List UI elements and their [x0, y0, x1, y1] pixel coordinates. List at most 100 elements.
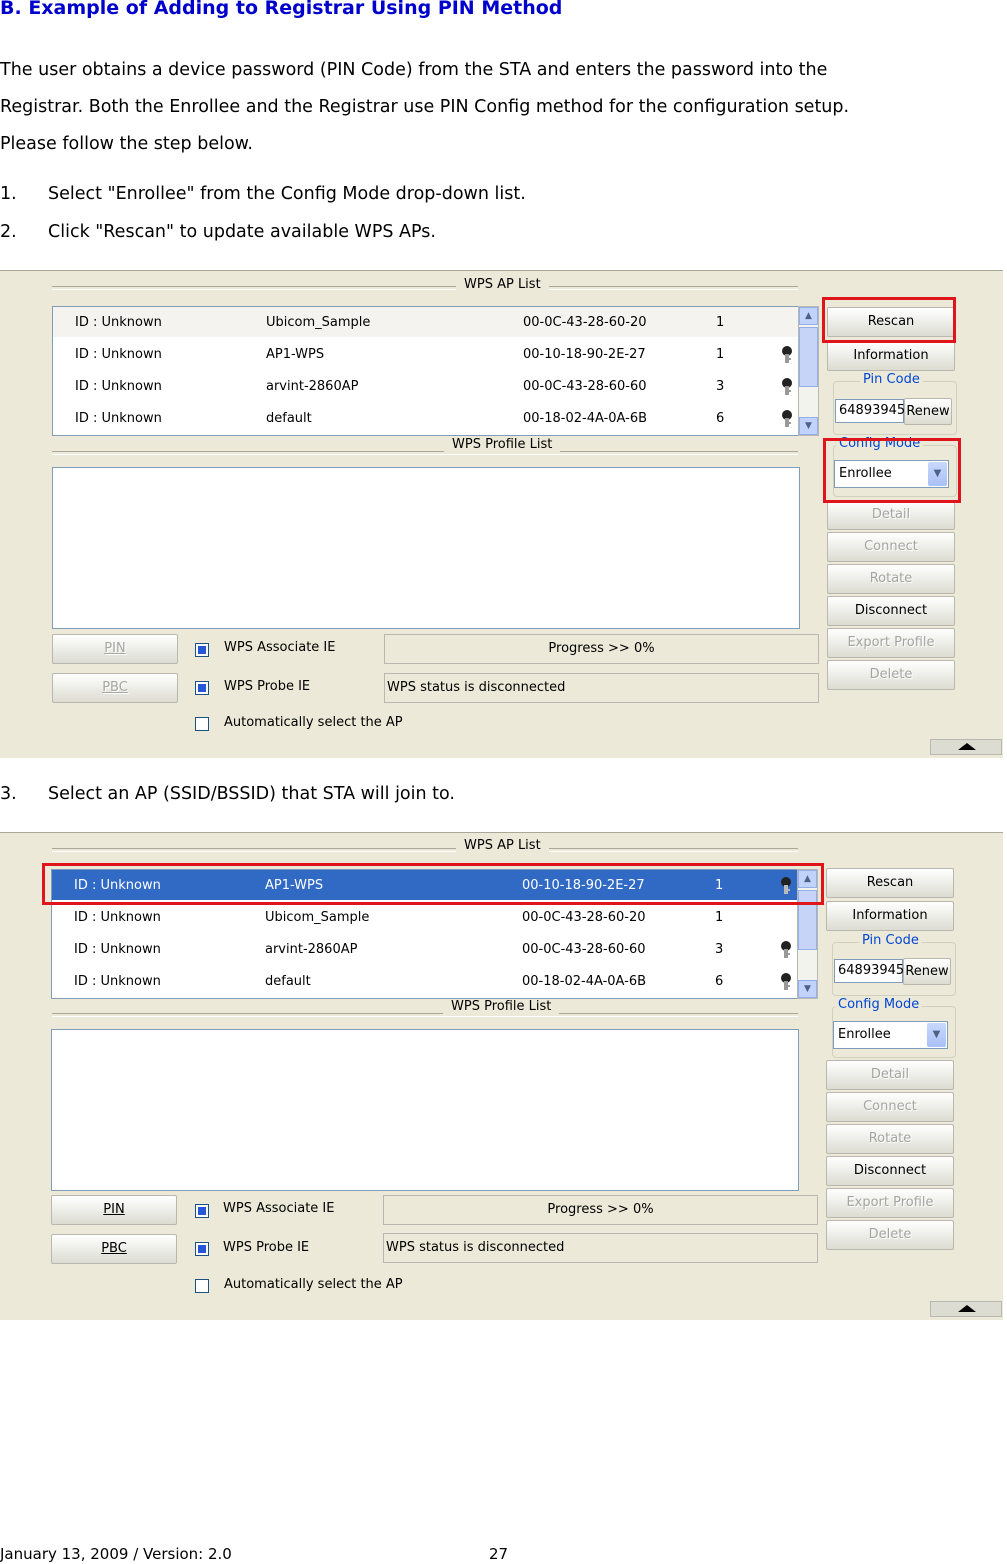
wps-probe-ie-checkbox[interactable]	[195, 681, 209, 695]
ap-channel: 3	[715, 942, 724, 957]
ap-id: ID : Unknown	[75, 315, 162, 330]
lock-icon	[782, 410, 792, 427]
wps-profile-list[interactable]	[51, 1029, 799, 1191]
ap-list-divider	[52, 286, 798, 290]
profile-list-divider	[52, 451, 798, 455]
ap-list-scrollbar[interactable]: ▲ ▼	[798, 306, 819, 436]
disconnect-button[interactable]: Disconnect	[826, 1156, 954, 1186]
rotate-button[interactable]: Rotate	[826, 1124, 954, 1154]
delete-button[interactable]: Delete	[827, 660, 955, 690]
progress-field: Progress >> 0%	[383, 1195, 818, 1225]
intro-paragraph: The user obtains a device password (PIN …	[0, 52, 1007, 163]
ap-row[interactable]: ID : Unknown default 00-18-02-4A-0A-6B 6	[52, 966, 797, 996]
pbc-button[interactable]: PBC	[52, 673, 178, 703]
wps-associate-ie-checkbox[interactable]	[195, 1204, 209, 1218]
lock-icon	[782, 378, 792, 395]
pin-button[interactable]: PIN	[52, 634, 178, 664]
chevron-down-icon[interactable]: ▼	[927, 1023, 946, 1047]
collapse-arrow-icon[interactable]	[930, 1301, 1002, 1317]
wps-profile-list[interactable]	[52, 467, 800, 629]
step-text: Click "Rescan" to update available WPS A…	[48, 222, 436, 242]
export-profile-button[interactable]: Export Profile	[827, 628, 955, 658]
ap-list-divider	[52, 848, 798, 852]
renew-button[interactable]: Renew	[903, 958, 951, 985]
step-2: 2. Click "Rescan" to update available WPS…	[0, 222, 436, 242]
connect-button[interactable]: Connect	[826, 1092, 954, 1122]
ap-channel: 1	[716, 347, 725, 362]
wps-probe-ie-checkbox[interactable]	[195, 1242, 209, 1256]
wps-panel-2: WPS AP List ID : Unknown AP1-WPS 00-10-1…	[0, 832, 1003, 1320]
ap-row[interactable]: ID : Unknown arvint-2860AP 00-0C-43-28-6…	[52, 934, 797, 964]
progress-field: Progress >> 0%	[384, 634, 819, 664]
wps-associate-ie-label: WPS Associate IE	[223, 1201, 335, 1216]
ap-channel: 6	[716, 411, 725, 426]
information-button[interactable]: Information	[827, 341, 955, 371]
ap-ssid: Ubicom_Sample	[265, 910, 370, 925]
scroll-thumb[interactable]	[799, 327, 818, 387]
ap-row[interactable]: ID : Unknown AP1-WPS 00-10-18-90-2E-27 1	[53, 339, 798, 369]
ap-id: ID : Unknown	[74, 974, 161, 989]
ap-ssid: AP1-WPS	[266, 347, 325, 362]
ap-row[interactable]: ID : Unknown Ubicom_Sample 00-0C-43-28-6…	[53, 307, 798, 337]
collapse-arrow-icon[interactable]	[930, 739, 1002, 755]
wps-associate-ie-checkbox[interactable]	[195, 643, 209, 657]
wps-probe-ie-label: WPS Probe IE	[224, 679, 311, 694]
rescan-button[interactable]: Rescan	[826, 868, 954, 898]
wps-associate-ie-label: WPS Associate IE	[224, 640, 336, 655]
config-mode-select[interactable]: Enrollee ▼	[833, 1021, 948, 1049]
ap-bssid: 00-0C-43-28-60-20	[523, 315, 647, 330]
detail-button[interactable]: Detail	[826, 1060, 954, 1090]
ap-id: ID : Unknown	[75, 411, 162, 426]
connect-button[interactable]: Connect	[827, 532, 955, 562]
ap-ssid: Ubicom_Sample	[266, 315, 371, 330]
lock-icon	[781, 973, 791, 990]
pin-code-label: Pin Code	[860, 372, 923, 387]
disconnect-button[interactable]: Disconnect	[827, 596, 955, 626]
detail-button[interactable]: Detail	[827, 500, 955, 530]
scroll-down-icon[interactable]: ▼	[799, 417, 818, 435]
step-number: 2.	[0, 222, 17, 242]
ap-id: ID : Unknown	[74, 910, 161, 925]
ap-row[interactable]: ID : Unknown arvint-2860AP 00-0C-43-28-6…	[53, 371, 798, 401]
pin-button[interactable]: PIN	[51, 1195, 177, 1225]
lock-icon	[782, 346, 792, 363]
ap-channel: 1	[716, 315, 725, 330]
scroll-up-icon[interactable]: ▲	[799, 307, 818, 325]
ap-ssid: arvint-2860AP	[265, 942, 358, 957]
pin-code-field[interactable]: 64893945	[834, 959, 904, 983]
wps-ap-list[interactable]: ID : Unknown Ubicom_Sample 00-0C-43-28-6…	[52, 306, 799, 436]
renew-button[interactable]: Renew	[904, 398, 952, 425]
ap-channel: 1	[715, 910, 724, 925]
highlight-config-mode	[823, 438, 961, 503]
intro-line-2: Registrar. Both the Enrollee and the Reg…	[0, 97, 850, 117]
pin-code-field[interactable]: 64893945	[835, 399, 905, 423]
delete-button[interactable]: Delete	[826, 1220, 954, 1250]
status-field: WPS status is disconnected	[383, 1233, 818, 1263]
export-profile-button[interactable]: Export Profile	[826, 1188, 954, 1218]
information-button[interactable]: Information	[826, 901, 954, 931]
ap-channel: 3	[716, 379, 725, 394]
profile-list-divider	[52, 1013, 798, 1017]
ap-id: ID : Unknown	[74, 942, 161, 957]
pbc-button[interactable]: PBC	[51, 1234, 177, 1264]
step-3: 3. Select an AP (SSID/BSSID) that STA wil…	[0, 784, 455, 804]
auto-select-checkbox[interactable]	[195, 717, 209, 731]
step-text: Select "Enrollee" from the Config Mode d…	[48, 184, 526, 204]
ap-row[interactable]: ID : Unknown default 00-18-02-4A-0A-6B 6	[53, 403, 798, 433]
ap-list-title: WPS AP List	[456, 838, 549, 853]
ap-bssid: 00-0C-43-28-60-60	[522, 942, 646, 957]
pin-code-label: Pin Code	[859, 933, 922, 948]
status-field: WPS status is disconnected	[384, 673, 819, 703]
auto-select-checkbox[interactable]	[195, 1279, 209, 1293]
step-number: 3.	[0, 784, 17, 804]
rotate-button[interactable]: Rotate	[827, 564, 955, 594]
ap-row[interactable]: ID : Unknown Ubicom_Sample 00-0C-43-28-6…	[52, 902, 797, 932]
step-text: Select an AP (SSID/BSSID) that STA will …	[48, 784, 455, 804]
auto-select-label: Automatically select the AP	[224, 715, 403, 730]
scroll-down-icon[interactable]: ▼	[798, 980, 817, 998]
wps-panel-1: WPS AP List ID : Unknown Ubicom_Sample 0…	[0, 270, 1003, 758]
config-mode-label: Config Mode	[835, 997, 923, 1012]
ap-channel: 6	[715, 974, 724, 989]
intro-line-3: Please follow the step below.	[0, 134, 253, 154]
ap-bssid: 00-18-02-4A-0A-6B	[523, 411, 648, 426]
